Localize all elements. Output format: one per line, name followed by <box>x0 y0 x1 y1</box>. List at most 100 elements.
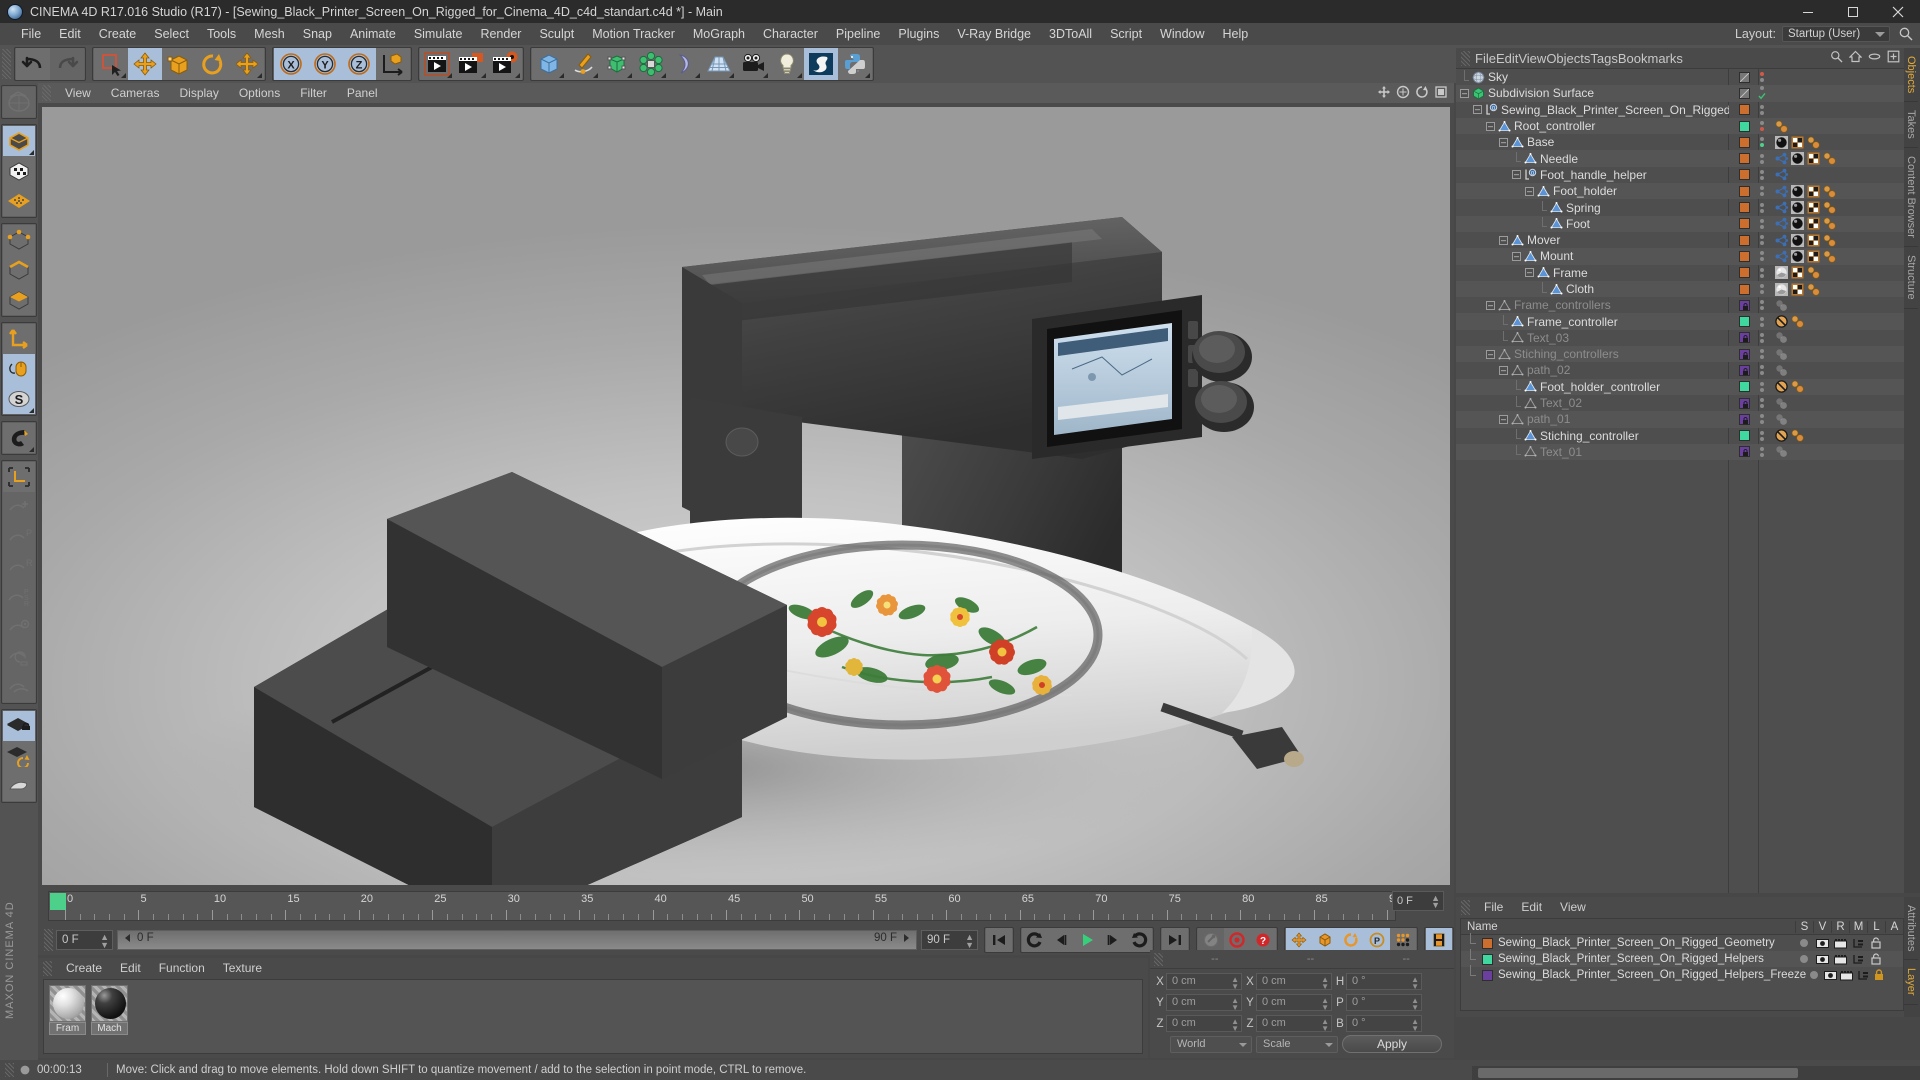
eye-icon[interactable] <box>1868 50 1881 63</box>
layer-render-toggle[interactable] <box>1831 938 1849 949</box>
visibility-dots[interactable] <box>1755 300 1769 311</box>
layer-render-toggle[interactable] <box>1838 970 1854 981</box>
constraint-tag-icon[interactable] <box>1775 250 1788 263</box>
om-menu-file[interactable]: File <box>1475 51 1496 66</box>
generator-nurbs-icon[interactable] <box>600 48 634 80</box>
spinner-icon[interactable]: ▲ ▼ <box>1411 976 1419 991</box>
spline-pen-icon[interactable] <box>566 48 600 80</box>
xpresso-ball-icon[interactable] <box>1823 152 1836 165</box>
previous-frame-icon[interactable] <box>1048 928 1074 952</box>
menu-vray-bridge[interactable]: V-Ray Bridge <box>948 23 1040 45</box>
dock-tab-takes[interactable]: Takes <box>1904 102 1918 149</box>
visibility-dot[interactable] <box>1760 430 1764 435</box>
visibility-dots[interactable] <box>1755 186 1769 197</box>
workplane-lock-icon[interactable] <box>3 711 35 741</box>
layer-menu-edit[interactable]: Edit <box>1512 897 1551 917</box>
lock-p-icon[interactable]: P <box>3 522 35 552</box>
coord-field-pos-x[interactable]: 0 cm ▲ ▼ <box>1166 973 1242 991</box>
ghost-tag-icon[interactable] <box>1775 364 1788 377</box>
layer-color-chip[interactable] <box>1738 430 1750 442</box>
go-to-start-icon[interactable] <box>986 928 1012 952</box>
object-tree[interactable]: Sky – Subdivision Surface –0 Sewing_Black_Pr… <box>1456 68 1904 893</box>
spinner-icon[interactable]: ▲ ▼ <box>1231 1018 1239 1033</box>
redo-icon[interactable] <box>50 48 84 80</box>
layer-color-chip[interactable] <box>1738 104 1750 116</box>
visibility-dots[interactable] <box>1755 202 1769 213</box>
menu-character[interactable]: Character <box>754 23 827 45</box>
tree-expander-icon[interactable]: – <box>1525 186 1534 196</box>
visibility-dots[interactable] <box>1755 316 1769 327</box>
timeline-filmstrip-icon[interactable] <box>1426 928 1452 952</box>
lock-r-icon[interactable]: R <box>3 552 35 582</box>
material-black-icon[interactable] <box>1791 201 1804 215</box>
material-item[interactable]: Fram <box>49 985 86 1048</box>
layer-color-chip[interactable] <box>1738 120 1750 132</box>
layer-solo-toggle[interactable] <box>1795 954 1813 964</box>
visibility-dot[interactable] <box>1760 355 1764 360</box>
layer-color-chip[interactable] <box>1738 397 1750 409</box>
layer-lock-toggle[interactable] <box>1867 953 1885 965</box>
visibility-dots[interactable] <box>1755 137 1769 148</box>
visibility-dot[interactable] <box>1760 218 1764 223</box>
layer-color-chip[interactable] <box>1738 71 1750 83</box>
visibility-dot[interactable] <box>1760 127 1764 132</box>
coord-field-rot-p[interactable]: 0 ° ▲ ▼ <box>1346 994 1422 1012</box>
menu-pipeline[interactable]: Pipeline <box>827 23 889 45</box>
om-menu-view[interactable]: View <box>1518 51 1546 66</box>
om-menu-bookmarks[interactable]: Bookmarks <box>1618 51 1683 66</box>
play-loop-icon[interactable] <box>1126 928 1152 952</box>
coord-field-size-z[interactable]: 0 cm ▲ ▼ <box>1256 1015 1332 1033</box>
viewport-menu-view[interactable]: View <box>55 83 101 103</box>
layer-visible-toggle[interactable] <box>1822 970 1838 981</box>
lock-point-icon[interactable] <box>3 612 35 642</box>
visibility-dots[interactable] <box>1755 365 1769 376</box>
menu-script[interactable]: Script <box>1101 23 1151 45</box>
layer-color-chip[interactable] <box>1738 250 1750 262</box>
coordinates-grip[interactable] <box>1154 952 1163 966</box>
lock-axis-plus-icon[interactable] <box>3 492 35 522</box>
layer-color-chip[interactable] <box>1738 381 1750 393</box>
apply-button[interactable]: Apply <box>1342 1035 1442 1053</box>
play-forward-icon[interactable] <box>1074 928 1100 952</box>
layer-color-chip[interactable] <box>1738 234 1750 246</box>
menu-edit[interactable]: Edit <box>50 23 90 45</box>
menu-3dtoall[interactable]: 3DToAll <box>1040 23 1101 45</box>
timeline-playhead[interactable] <box>50 893 66 910</box>
axis-z-icon[interactable]: Z <box>342 48 376 80</box>
constraint-tag-icon[interactable] <box>1775 152 1788 165</box>
menu-sculpt[interactable]: Sculpt <box>530 23 583 45</box>
material-black-icon[interactable] <box>1775 135 1788 149</box>
next-frame-icon[interactable] <box>1100 928 1126 952</box>
zoom-view-icon[interactable] <box>1396 85 1410 99</box>
material-white-icon[interactable] <box>1775 266 1788 280</box>
dock-tab-attributes[interactable]: Attributes <box>1904 897 1918 961</box>
viewport-grip[interactable] <box>42 85 51 101</box>
viewport-menu-display[interactable]: Display <box>169 83 228 103</box>
visibility-dot[interactable] <box>1760 398 1764 403</box>
layer-solo-toggle[interactable] <box>1806 970 1822 980</box>
coord-field-pos-y[interactable]: 0 cm ▲ ▼ <box>1166 994 1242 1012</box>
scale-tool-icon[interactable] <box>162 48 196 80</box>
xpresso-ball-icon[interactable] <box>1807 266 1820 279</box>
xpresso-ball-icon[interactable] <box>1791 380 1804 393</box>
constraint-tag-icon[interactable] <box>1775 217 1788 230</box>
om-menu-edit[interactable]: Edit <box>1496 51 1518 66</box>
workplane-icon[interactable] <box>3 186 35 216</box>
object-tree-row[interactable]: Text_02 <box>1456 395 1904 411</box>
visibility-dot[interactable] <box>1760 387 1764 392</box>
constraint-tag-icon[interactable] <box>1775 201 1788 214</box>
protection-tag-icon[interactable] <box>1775 380 1788 394</box>
spinner-icon[interactable]: ▲ ▼ <box>1321 976 1329 991</box>
om-menu-objects[interactable]: Objects <box>1546 51 1590 66</box>
visibility-dot[interactable] <box>1760 290 1764 294</box>
uvw-tag-icon[interactable] <box>1807 250 1820 263</box>
object-tree-row[interactable]: – Mount <box>1456 248 1904 265</box>
visibility-dots[interactable] <box>1755 218 1769 229</box>
xpresso-ball-icon[interactable] <box>1823 217 1836 230</box>
key-rotation-icon[interactable] <box>1338 928 1364 952</box>
xpresso-ball-icon[interactable] <box>1823 250 1836 263</box>
visibility-dot[interactable] <box>1760 371 1764 376</box>
move-tool-icon[interactable] <box>128 48 162 80</box>
uvw-tag-icon[interactable] <box>1791 283 1804 296</box>
rotate-tool-icon[interactable] <box>196 48 230 80</box>
